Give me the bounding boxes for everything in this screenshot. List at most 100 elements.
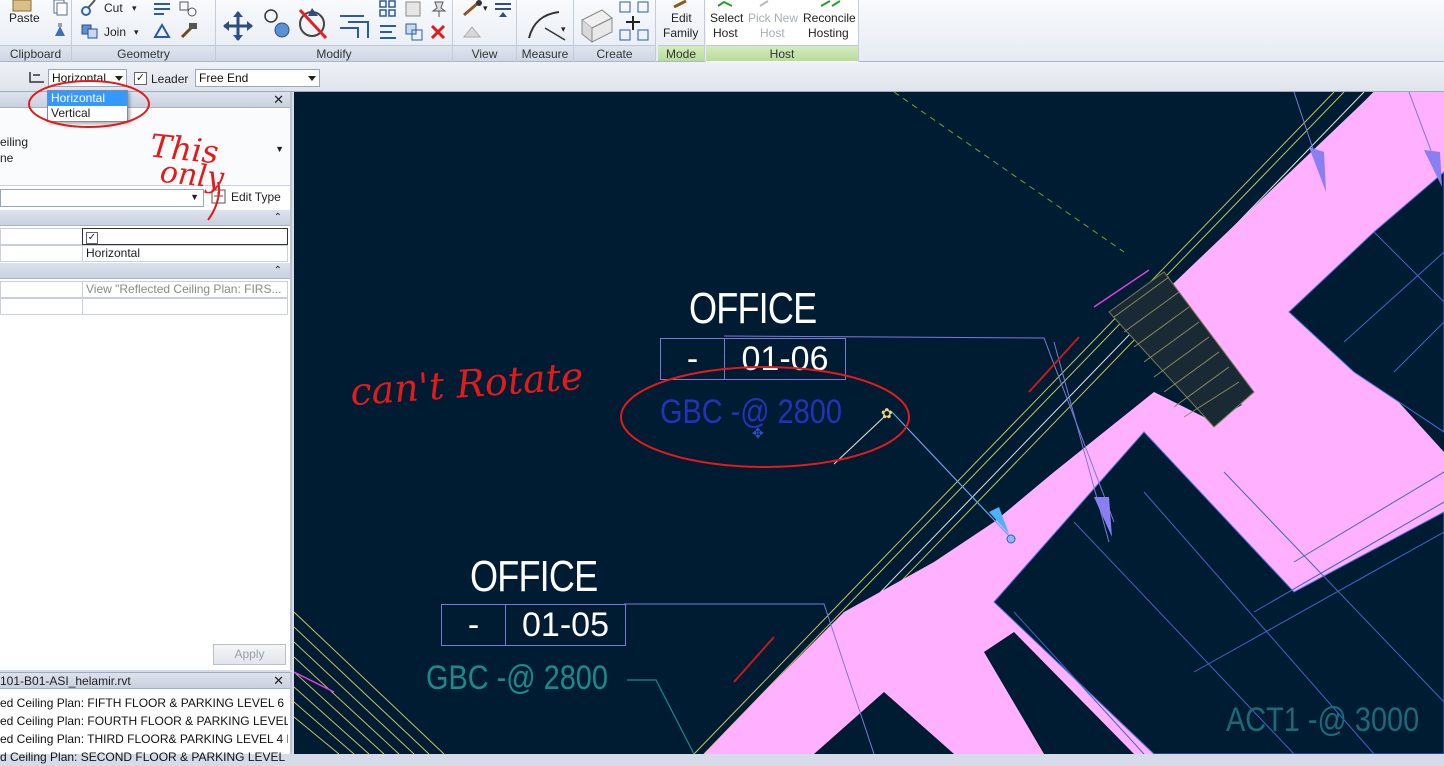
move-grip-icon[interactable]: ✥	[752, 425, 764, 442]
orientation-dropdown-list: Horizontal Vertical	[47, 90, 128, 122]
select-host-icon[interactable]	[716, 0, 738, 8]
browser-item[interactable]: d Ceiling Plan: SECOND FLOOR & PARKING L…	[0, 748, 288, 766]
property-value-view: View "Reflected Ceiling Plan: FIRS...	[82, 281, 288, 298]
leader-end-combo[interactable]: Free End	[195, 69, 320, 87]
join-dropdown-arrow-icon: ▾	[134, 27, 139, 37]
override-dropdown-arrow-icon: ▾	[483, 3, 488, 13]
create-similar-icon[interactable]	[618, 0, 652, 42]
property-value-empty[interactable]	[82, 298, 288, 315]
measure-dropdown-arrow-icon: ▾	[561, 24, 566, 34]
orientation-chevron-down-icon	[115, 76, 123, 81]
leader-checkbox[interactable]: ✓	[134, 72, 147, 85]
select-host-button-line1[interactable]: Select	[710, 11, 743, 25]
project-browser-close-icon[interactable]: ✕	[273, 673, 284, 689]
instance-filter-combo[interactable]: ▼	[0, 189, 204, 207]
reconcile-hosting-icon[interactable]	[818, 0, 844, 8]
pin-icon[interactable]	[430, 0, 448, 18]
geometry-panel-label: Geometry	[72, 45, 215, 61]
split-face-icon[interactable]	[178, 0, 200, 18]
options-bar: Horizontal ✓ Leader Free End	[0, 62, 1444, 92]
instance-filter-chevron-down-icon: ▼	[190, 192, 199, 202]
room-tag-dash-2[interactable]: -	[441, 604, 506, 646]
orientation-combo[interactable]: Horizontal	[48, 69, 127, 87]
browser-item[interactable]: ed Ceiling Plan: FOURTH FLOOR & PARKING …	[0, 712, 288, 730]
collapse-icon: ⌃	[273, 265, 282, 276]
type-selector[interactable]: eiling ne ▼	[0, 110, 290, 186]
wall-joins-icon[interactable]	[152, 0, 174, 18]
room-tag-dash-1[interactable]: -	[660, 338, 725, 380]
ceiling-tag-2[interactable]: GBC -@ 2800	[426, 660, 608, 696]
array-icon[interactable]	[378, 0, 398, 18]
scale-icon[interactable]	[404, 0, 424, 18]
room-tag-number-1[interactable]: 01-06	[724, 338, 846, 380]
browser-item[interactable]: ed Ceiling Plan: FIFTH FLOOR & PARKING L…	[0, 694, 288, 712]
project-browser-title: 101-B01-ASI_helamir.rvt	[0, 674, 131, 688]
properties-palette: ✕ eiling ne ▼ ▼ Edit Type ⌃ ✓ Horizontal…	[0, 92, 292, 670]
override-graphics-icon[interactable]	[461, 0, 485, 18]
property-value-orientation[interactable]: Horizontal	[82, 245, 288, 262]
drawing-canvas[interactable]: OFFICE - 01-06 GBC -@ 2800 ✥ ✿ OFFICE - …	[294, 92, 1444, 754]
door-swing-line	[1028, 336, 1080, 393]
pick-new-host-icon	[759, 0, 769, 7]
edit-type-button[interactable]: Edit Type	[231, 190, 281, 204]
match-properties-icon[interactable]	[52, 22, 68, 40]
orientation-combo-value: Horizontal	[52, 71, 107, 85]
properties-close-icon[interactable]: ✕	[273, 92, 284, 108]
project-browser: 101-B01-ASI_helamir.rvt ✕ ed Ceiling Pla…	[0, 672, 292, 764]
properties-group-header-graphics[interactable]: ⌃	[0, 210, 290, 226]
demolish-icon[interactable]	[178, 22, 200, 40]
ceiling-tag-selected[interactable]: GBC -@ 2800	[660, 394, 842, 430]
create-group-icon[interactable]	[578, 6, 616, 44]
property-checkbox-check: ✓	[86, 232, 98, 244]
ceiling-tag-3[interactable]: ACT1 -@ 3000	[1226, 702, 1419, 738]
cut-dropdown-arrow-icon: ▾	[132, 3, 137, 13]
linework-icon[interactable]	[493, 0, 515, 18]
leader-label: Leader	[151, 72, 189, 86]
view-panel-label: View	[453, 45, 516, 61]
project-browser-title-bar: 101-B01-ASI_helamir.rvt ✕	[0, 673, 290, 689]
move-icon[interactable]	[222, 10, 254, 42]
orientation-option-vertical[interactable]: Vertical	[48, 106, 127, 121]
tag-leader-line	[627, 679, 695, 754]
apply-button[interactable]: Apply	[213, 644, 286, 665]
edit-family-button-line2[interactable]: Family	[663, 26, 698, 40]
offset-icon[interactable]	[404, 22, 424, 42]
type-name-line2: ne	[0, 151, 14, 165]
create-panel-label: Create	[574, 45, 655, 61]
property-row-label	[0, 281, 83, 298]
hide-element-icon[interactable]	[461, 24, 483, 40]
copy-icon[interactable]	[52, 0, 68, 16]
align-icon[interactable]	[378, 22, 398, 42]
join-icon[interactable]	[80, 22, 100, 40]
orientation-icon	[29, 72, 44, 83]
edit-type-icon[interactable]	[210, 188, 228, 206]
reconcile-hosting-button-line1[interactable]: Reconcile	[803, 11, 856, 25]
reconcile-hosting-button-line2[interactable]: Hosting	[808, 26, 849, 40]
trim-icon[interactable]	[338, 10, 372, 38]
property-row-label	[0, 298, 83, 315]
join-button[interactable]: Join	[104, 25, 126, 39]
properties-group-header-identity[interactable]: ⌃	[0, 263, 290, 279]
room-name-office-2[interactable]: OFFICE	[470, 555, 598, 599]
copy-element-icon[interactable]	[262, 6, 292, 40]
edit-family-icon[interactable]	[672, 0, 692, 8]
mode-panel: Edit Family Mode	[658, 0, 705, 62]
paint-icon[interactable]	[152, 22, 174, 40]
cut-icon[interactable]	[80, 0, 98, 16]
mirror-delete-icon[interactable]	[296, 6, 330, 40]
clipboard-panel-label: Clipboard	[0, 45, 71, 61]
cut-button[interactable]: Cut	[104, 1, 123, 15]
property-value-checkbox[interactable]: ✓	[82, 228, 288, 245]
browser-item[interactable]: ed Ceiling Plan: THIRD FLOOR& PARKING LE…	[0, 730, 288, 748]
drag-grip-icon[interactable]: ✿	[881, 405, 893, 422]
create-panel: Create	[574, 0, 656, 62]
orientation-option-horizontal[interactable]: Horizontal	[48, 91, 127, 106]
delete-icon[interactable]	[430, 24, 446, 40]
edit-family-button-line1[interactable]: Edit	[671, 11, 692, 25]
room-name-office-1[interactable]: OFFICE	[689, 287, 817, 331]
property-row-label	[0, 245, 83, 262]
modify-panel-label: Modify	[216, 45, 452, 61]
room-tag-number-2[interactable]: 01-05	[505, 604, 626, 646]
paste-button[interactable]: Paste	[9, 11, 40, 25]
select-host-button-line2[interactable]: Host	[713, 26, 738, 40]
